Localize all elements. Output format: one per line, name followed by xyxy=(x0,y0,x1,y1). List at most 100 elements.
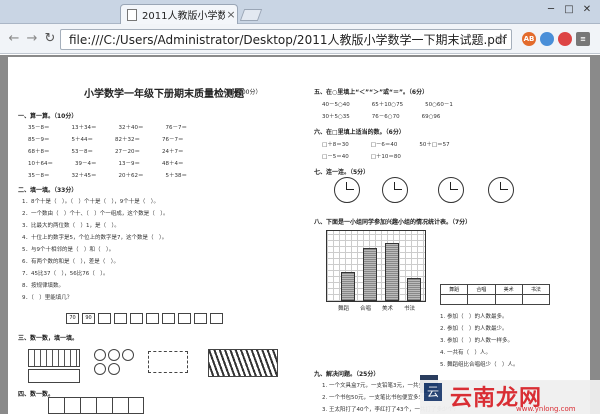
pdf-viewer: 小学数学一年级下册期末质量检测题 （满分100分） 一、算一算。（10分） 35… xyxy=(0,55,600,414)
text-line: 5. 舞蹈组比合唱组少（ ）人。 xyxy=(440,362,519,368)
text-line: 9．（ ）里能填几？ xyxy=(22,295,73,301)
text-line: 1．8个十是（ ）。（ ）个十是（ ），9个十是（ ）。 xyxy=(22,199,159,205)
circle-figure xyxy=(94,349,106,361)
document-icon xyxy=(127,8,137,21)
clock-icon xyxy=(438,177,464,203)
maximize-button[interactable]: □ xyxy=(560,3,578,17)
new-tab-button[interactable] xyxy=(239,9,263,21)
title-bar: 2011人教版小学数学一下 × ─ □ ✕ xyxy=(0,0,600,24)
section-heading: 七、连一连。（5分） xyxy=(314,169,370,176)
text-line: 35－8＝ 32＋45＝ 20＋62＝ 5＋38＝ xyxy=(28,173,187,179)
table-cell xyxy=(467,294,496,305)
section-heading: 一、算一算。（10分） xyxy=(18,113,78,120)
table-cell xyxy=(439,294,469,305)
table-header: 合唱 xyxy=(467,284,496,295)
chart-category-label: 舞蹈 xyxy=(338,306,350,312)
text-line: 2. 一个书包50元，一支笔比书包便宜多少元？ xyxy=(322,395,435,401)
text-line: 4. 一共有（ ）人。 xyxy=(440,350,491,356)
bookmark-star-icon[interactable]: ☆ xyxy=(494,31,507,47)
section-heading: 五、在○里填上“＜”“＞”或“＝”。（6分） xyxy=(314,89,429,96)
reload-button[interactable]: ↻ xyxy=(42,31,58,47)
text-line: 35－8＝ 13＋34＝ 32＋40＝ 76－7＝ xyxy=(28,125,187,131)
table-cell xyxy=(494,294,523,305)
address-bar[interactable]: file:///C:/Users/Administrator/Desktop/2… xyxy=(60,29,512,50)
text-line: 30＋5○35 76－6○70 69○96 xyxy=(322,114,441,120)
cube-figure xyxy=(28,349,80,367)
text-line: 10＋64＝ 39－4＝ 13－9＝ 48＋4＝ xyxy=(28,161,184,167)
bar-chart xyxy=(326,230,426,302)
minimize-button[interactable]: ─ xyxy=(542,3,560,17)
clock-icon xyxy=(334,177,360,203)
number-cell: 90 xyxy=(82,313,95,324)
shape-labels xyxy=(158,401,228,414)
text-line: 3．比最大的两位数（ ）1，是（ ）。 xyxy=(22,223,120,229)
circle-figure xyxy=(122,349,134,361)
circle-figure xyxy=(108,349,120,361)
text-line: 68＋8＝ 53－8＝ 27－20＝ 24＋7＝ xyxy=(28,149,184,155)
number-cell xyxy=(98,313,111,324)
clock-icon xyxy=(382,177,408,203)
extension-icon[interactable] xyxy=(540,32,554,46)
number-cell xyxy=(130,313,143,324)
section-heading: 八、下面是一小组同学参加兴趣小组的情况统计表。（7分） xyxy=(314,219,472,226)
forward-button[interactable]: → xyxy=(24,31,40,47)
number-cell xyxy=(114,313,127,324)
text-line: □＋8＝30 □－6＝40 50＋□＝57 xyxy=(322,142,450,148)
browser-toolbar: ← → ↻ file:///C:/Users/Administrator/Des… xyxy=(0,24,600,54)
section-heading: 九、解决问题。（25分） xyxy=(314,371,380,378)
number-cell xyxy=(146,313,159,324)
circle-figure xyxy=(94,363,106,375)
number-sequence: 70 90 xyxy=(66,313,223,324)
watermark-logo-icon: 云 xyxy=(424,383,442,401)
table-header: 书法 xyxy=(521,284,551,295)
tab-title: 2011人教版小学数学一下 xyxy=(142,11,225,22)
chart-bar xyxy=(363,248,377,301)
table-cell xyxy=(521,294,551,305)
number-cell xyxy=(194,313,207,324)
chart-category-label: 合唱 xyxy=(360,306,372,312)
text-line: 3. 参加（ ）的人数一样多。 xyxy=(440,338,513,344)
document-subtitle: （满分100分） xyxy=(220,89,262,96)
stats-table: 舞蹈 合唱 美术 书法 xyxy=(439,284,551,305)
menu-icon[interactable]: ≡ xyxy=(576,32,590,46)
url-text: file:///C:/Users/Administrator/Desktop/2… xyxy=(69,33,507,47)
number-cell xyxy=(210,313,223,324)
text-line: 5．与9个十相邻的是（ ）和（ ）。 xyxy=(22,247,115,253)
text-line: 4．十位上的数字是5，个位上的数字是7，这个数是（ ）。 xyxy=(22,235,168,241)
adblock-extension-icon[interactable]: AB xyxy=(522,32,536,46)
section-heading: 六、在□里填上适当的数。（6分） xyxy=(314,129,405,136)
text-line: 1. 参加（ ）的人数最多。 xyxy=(440,314,508,320)
section-heading: 二、填一填。（33分） xyxy=(18,187,78,194)
text-line: 2. 参加（ ）的人数最少。 xyxy=(440,326,508,332)
watermark-url: www.ynlong.com xyxy=(516,405,576,413)
text-line: 40－5○40 65＋10○75 50○60－1 xyxy=(322,102,453,108)
text-line: 6．有两个数的和是（ ），差是（ ）。 xyxy=(22,259,120,265)
chart-bar xyxy=(407,278,421,301)
text-line: 8．按规律填数。 xyxy=(22,283,64,289)
figure-box xyxy=(148,351,188,373)
chart-bar xyxy=(341,272,355,301)
table-header: 美术 xyxy=(494,284,523,295)
window-controls: ─ □ ✕ xyxy=(542,3,596,17)
text-line: 7．45比37（ ），56比76（ ）。 xyxy=(22,271,109,277)
number-cell: 70 xyxy=(66,313,79,324)
chart-bar xyxy=(385,243,399,301)
chart-category-label: 美术 xyxy=(382,306,394,312)
extension-icon-2[interactable] xyxy=(558,32,572,46)
browser-tab[interactable]: 2011人教版小学数学一下 × xyxy=(120,4,238,24)
table-header: 舞蹈 xyxy=(439,284,469,295)
text-line: 2．一个数由（ ）个十、（ ）个一组成，这个数是（ ）。 xyxy=(22,211,169,217)
site-watermark: 云 云南龙网 www.ynlong.com xyxy=(420,380,600,414)
cube-figure xyxy=(28,369,80,383)
number-cell xyxy=(162,313,175,324)
back-button[interactable]: ← xyxy=(6,31,22,47)
text-line: 85－9＝ 5＋44＝ 82＋32＝ 76－7＝ xyxy=(28,137,184,143)
clock-icon xyxy=(488,177,514,203)
circle-figure xyxy=(108,363,120,375)
close-tab-icon[interactable]: × xyxy=(225,8,237,21)
chart-category-label: 书法 xyxy=(404,306,416,312)
section-heading: 三、数一数，填一填。 xyxy=(18,335,79,342)
close-window-button[interactable]: ✕ xyxy=(578,3,596,17)
shape-grid xyxy=(48,397,144,414)
text-line: □－5＝40 □＋10＝80 xyxy=(322,154,401,160)
